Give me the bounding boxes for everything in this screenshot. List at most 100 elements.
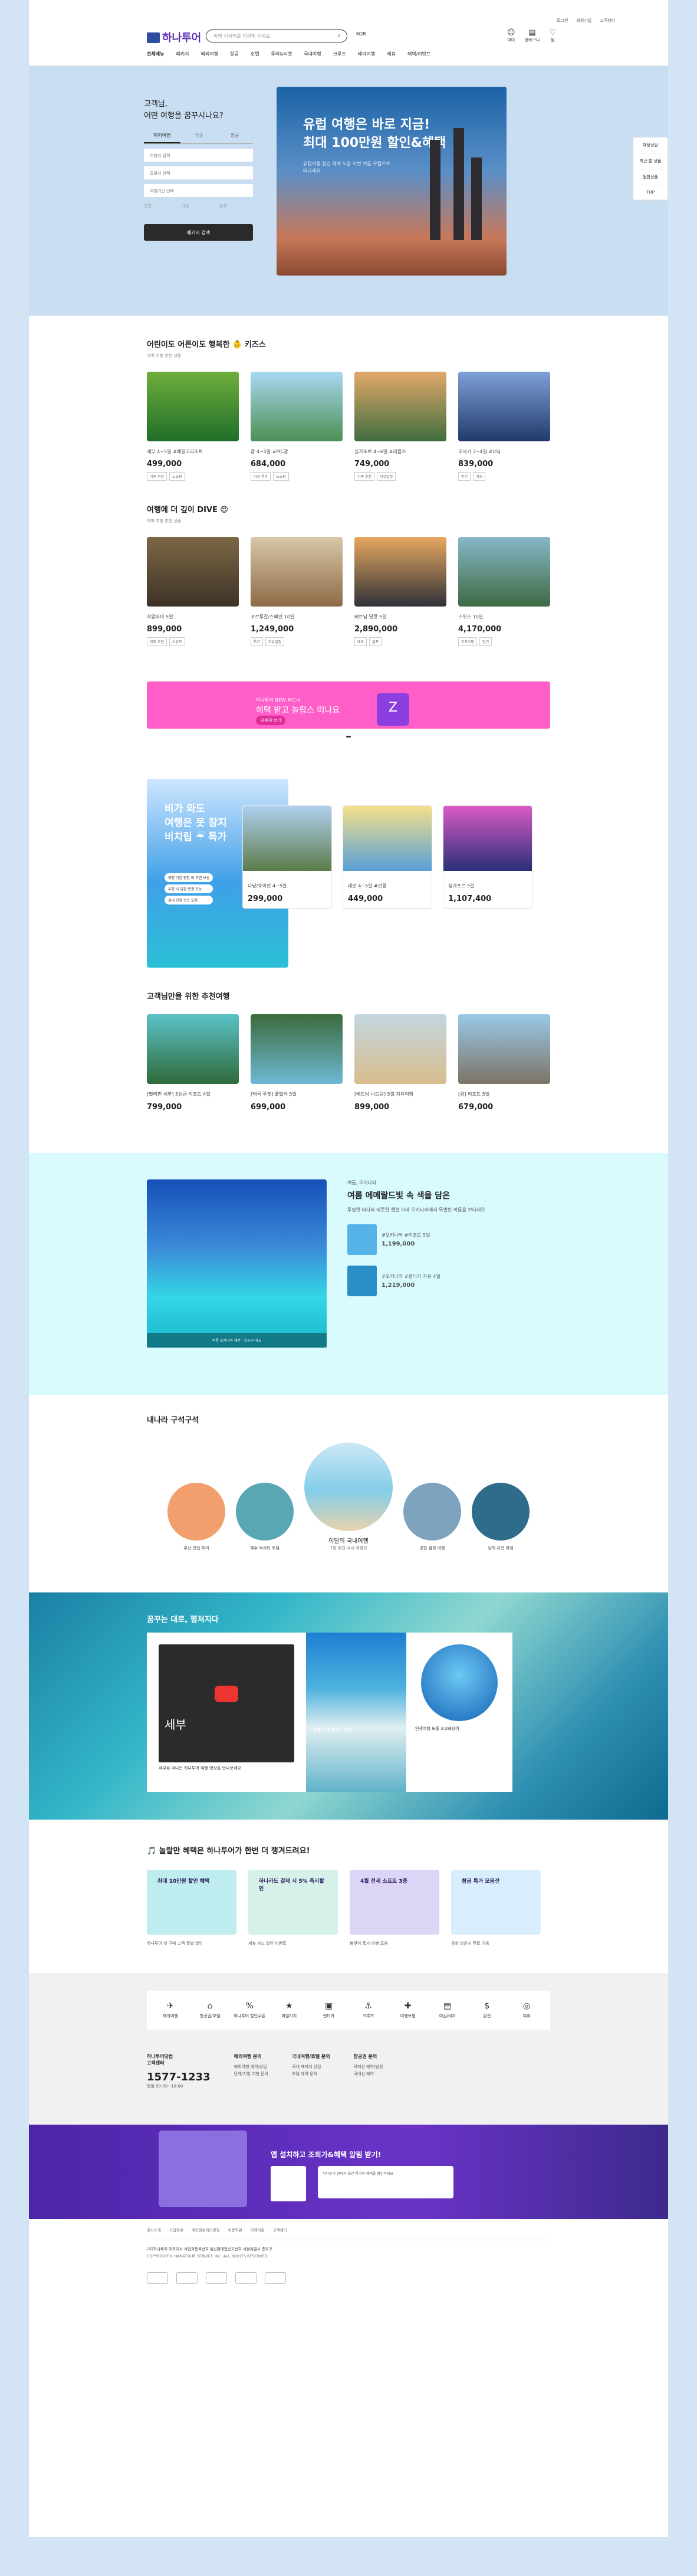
product-card[interactable]: 싱가포르 5일 1,107,400 [443, 805, 532, 909]
infant-option[interactable]: 유아 [219, 203, 253, 209]
sea-image[interactable] [147, 1179, 327, 1348]
product-card[interactable]: 포르투갈/스페인 10일 1,249,000 특가 자유일정 [251, 537, 343, 647]
service-shortcut[interactable]: ⚓ 크루즈 [351, 2001, 386, 2019]
nearby-item[interactable]: 제주 럭셔리 호텔 [236, 1482, 294, 1551]
logo[interactable]: 하나투어 [147, 30, 201, 45]
tab-domestic[interactable]: 국내 [180, 132, 217, 143]
service-shortcut[interactable]: ▤ 여권/비자 [430, 2001, 465, 2019]
nav-item[interactable]: 크루즈 [333, 51, 346, 57]
nav-item[interactable]: 패키지 [176, 51, 189, 57]
product-card[interactable]: 스위스 10일 4,170,000 기차여행 인기 [458, 537, 550, 647]
nav-item[interactable]: 항공 [230, 51, 239, 57]
product-info: [태국 푸켓] 풀빌라 5일 699,000 [251, 1091, 343, 1111]
product-card[interactable]: 세부 4~5일 #패밀리리조트 499,000 가족 추천 노쇼핑 [147, 372, 239, 481]
hero-banner[interactable]: 유럽 여행은 바로 지금! 최대 100만원 할인&혜택 유럽여행 할인 혜택 모… [277, 87, 507, 276]
whale-card[interactable]: 인생여행 보홀 #고래상어 [406, 1633, 512, 1792]
product-card[interactable]: 오사카 3~4일 #USJ 839,000 인기 키즈 [458, 372, 550, 481]
chat-button[interactable]: 채팅상담 [633, 137, 668, 153]
service-shortcut[interactable]: ✈ 해외여행 [153, 2001, 188, 2019]
date-field[interactable]: 여행기간 선택 [144, 184, 253, 197]
top-button[interactable]: TOP [633, 185, 668, 200]
service-label: 크루즈 [362, 2013, 374, 2018]
footer-link[interactable]: 기업정보 [169, 2227, 183, 2234]
event-banner: 항공 특가 모음전 [451, 1869, 541, 1935]
product-info: [괌] 리조트 5일 679,000 [458, 1091, 550, 1111]
product-card[interactable]: 다낭/호이안 4~5일 299,000 [242, 805, 332, 909]
nearby-section: 내나라 구석구석 [29, 1414, 668, 1425]
wish-button[interactable]: 찜한상품 [633, 169, 668, 185]
tab-overseas[interactable]: 해외여행 [144, 132, 180, 143]
product-card[interactable]: 치앙마이 5일 899,000 테마 추천 소규모 [147, 537, 239, 647]
event-item[interactable]: 4월 전세 소프트 3종 봄맞이 특가 여행 모음 [350, 1869, 439, 1947]
tag: 인기 [479, 637, 492, 647]
footer-link[interactable]: 회사소개 [147, 2227, 161, 2234]
footer-link[interactable]: 여행약관 [251, 2227, 265, 2234]
product-card[interactable]: [괌] 리조트 5일 679,000 [458, 1014, 550, 1112]
service-shortcut[interactable]: ⌂ 항공권/호텔 [192, 2001, 228, 2019]
product-card[interactable]: [필리핀 세부] 5성급 리조트 4일 799,000 [147, 1014, 239, 1112]
video-player[interactable]: 세부 [159, 1644, 294, 1762]
product-card[interactable]: 싱가포르 4~6일 #래플즈 749,000 가족 추천 자유일정 [354, 372, 446, 481]
cart-button[interactable]: ▤ 장바구니 [525, 28, 540, 43]
departure-field[interactable]: 출발지 선택 [144, 166, 253, 179]
adult-option[interactable]: 성인 [144, 203, 178, 209]
app-info-box[interactable]: 하나투어 앱에서 최신 특가와 혜택을 확인하세요 [318, 2165, 453, 2198]
product-image [343, 806, 432, 871]
customer-center-link[interactable]: 고객센터 [600, 18, 615, 24]
tag-list: 가족 추천 자유일정 [354, 472, 446, 481]
event-item[interactable]: 항공 특가 모음전 공항 라운지 무료 이용 [451, 1869, 541, 1947]
nav-all-menu[interactable]: 전체메뉴 [147, 51, 164, 57]
signup-link[interactable]: 회원가입 [576, 18, 591, 24]
mypage-button[interactable]: ☺ 마이 [507, 28, 515, 43]
promo-button[interactable]: 자세히 보기 [256, 716, 286, 726]
product-card[interactable]: [베트남 나트랑] 5일 자유여행 899,000 [354, 1014, 446, 1112]
footer-link[interactable]: 이용약관 [228, 2227, 242, 2234]
service-shortcut[interactable]: ✚ 여행보험 [390, 2001, 426, 2019]
search-icon[interactable]: ⌕ [337, 32, 341, 39]
ocean-image[interactable]: 통영/거제 패키지 여행 [306, 1632, 406, 1792]
dream-box: 세부 세부로 떠나는 하나투어 여행 영상을 만나보세요 통영/거제 패키지 여… [147, 1632, 512, 1792]
service-shortcut[interactable]: $ 환전 [469, 2001, 505, 2019]
nav-item[interactable]: 국내여행 [304, 51, 321, 57]
play-icon[interactable] [215, 1685, 238, 1702]
product-info: 싱가포르 5일 1,107,400 [443, 871, 532, 907]
search-button[interactable]: 패키지 검색 [144, 224, 253, 241]
tab-flight[interactable]: 항공 [216, 132, 253, 143]
sea-item[interactable]: #오키나와 #리조트 5일 1,199,000 [347, 1224, 518, 1256]
nav-item[interactable]: 해외여행 [201, 51, 218, 57]
product-price: 2,890,000 [354, 625, 398, 634]
product-card[interactable]: 베트남 달랏 5일 2,890,000 테마 골프 [354, 537, 446, 647]
product-card[interactable]: 대만 4~5일 #관광 449,000 [343, 805, 432, 909]
product-card[interactable]: [태국 푸켓] 풀빌라 5일 699,000 [251, 1014, 343, 1112]
nearby-item[interactable]: 남해 자연 여행 [472, 1482, 530, 1551]
service-shortcut[interactable]: ◎ 제휴 [509, 2001, 544, 2019]
language-select[interactable]: KOR [356, 31, 366, 37]
nearby-item-featured[interactable]: 이달의 국내여행 7월 추천 국내 여행지 [304, 1442, 393, 1551]
login-link[interactable]: 로그인 [557, 18, 568, 24]
product-image [458, 1014, 550, 1084]
nav-item[interactable]: 혜택/이벤트 [407, 51, 431, 57]
footer-link[interactable]: 개인정보처리방침 [192, 2227, 220, 2234]
nearby-item[interactable]: 강원 캠핑 여행 [403, 1482, 461, 1551]
nav-item[interactable]: 테마여행 [358, 51, 375, 57]
pagination-dot[interactable] [346, 736, 351, 738]
child-option[interactable]: 아동 [182, 203, 216, 209]
service-shortcut[interactable]: % 하나투어 할인쿠폰 [232, 2001, 267, 2019]
footer-link[interactable]: 고객센터 [273, 2227, 287, 2234]
nav-item[interactable]: 호텔 [251, 51, 259, 57]
search-input[interactable]: 여행 검색어를 입력해 주세요 ⌕ [206, 30, 347, 42]
promo-banner[interactable]: 하나투어 NEW 파트너 혜택 받고 놀랍스 떠나요 자세히 보기 Z [147, 681, 550, 729]
service-shortcut[interactable]: ★ 마일리지 [271, 2001, 307, 2019]
nav-item[interactable]: 투어&티켓 [271, 51, 292, 57]
destination-field[interactable]: 여행지 입력 [144, 149, 253, 162]
recent-button[interactable]: 최근 본 상품 [633, 153, 668, 169]
product-card[interactable]: 괌 4~5일 #PIC괌 684,000 키즈 특가 노쇼핑 [251, 372, 343, 481]
nav-item[interactable]: 제휴 [387, 51, 396, 57]
wishlist-button[interactable]: ♡ 찜 [549, 28, 556, 43]
event-item[interactable]: 최대 10만원 할인 혜택 하나투어 첫 구매 고객 특별 할인 [147, 1869, 236, 1947]
service-shortcut[interactable]: ▣ 렌터카 [311, 2001, 346, 2019]
nearby-item[interactable]: 부산 맛집 투어 [167, 1482, 225, 1551]
event-item[interactable]: 하나카드 결제 시 5% 즉시할인 제휴 카드 할인 이벤트 [248, 1869, 338, 1947]
cs-phone[interactable]: 1577-1233 [147, 2071, 211, 2083]
sea-item[interactable]: #오키나와 #렌터카 자유 4일 1,219,000 [347, 1266, 518, 1297]
